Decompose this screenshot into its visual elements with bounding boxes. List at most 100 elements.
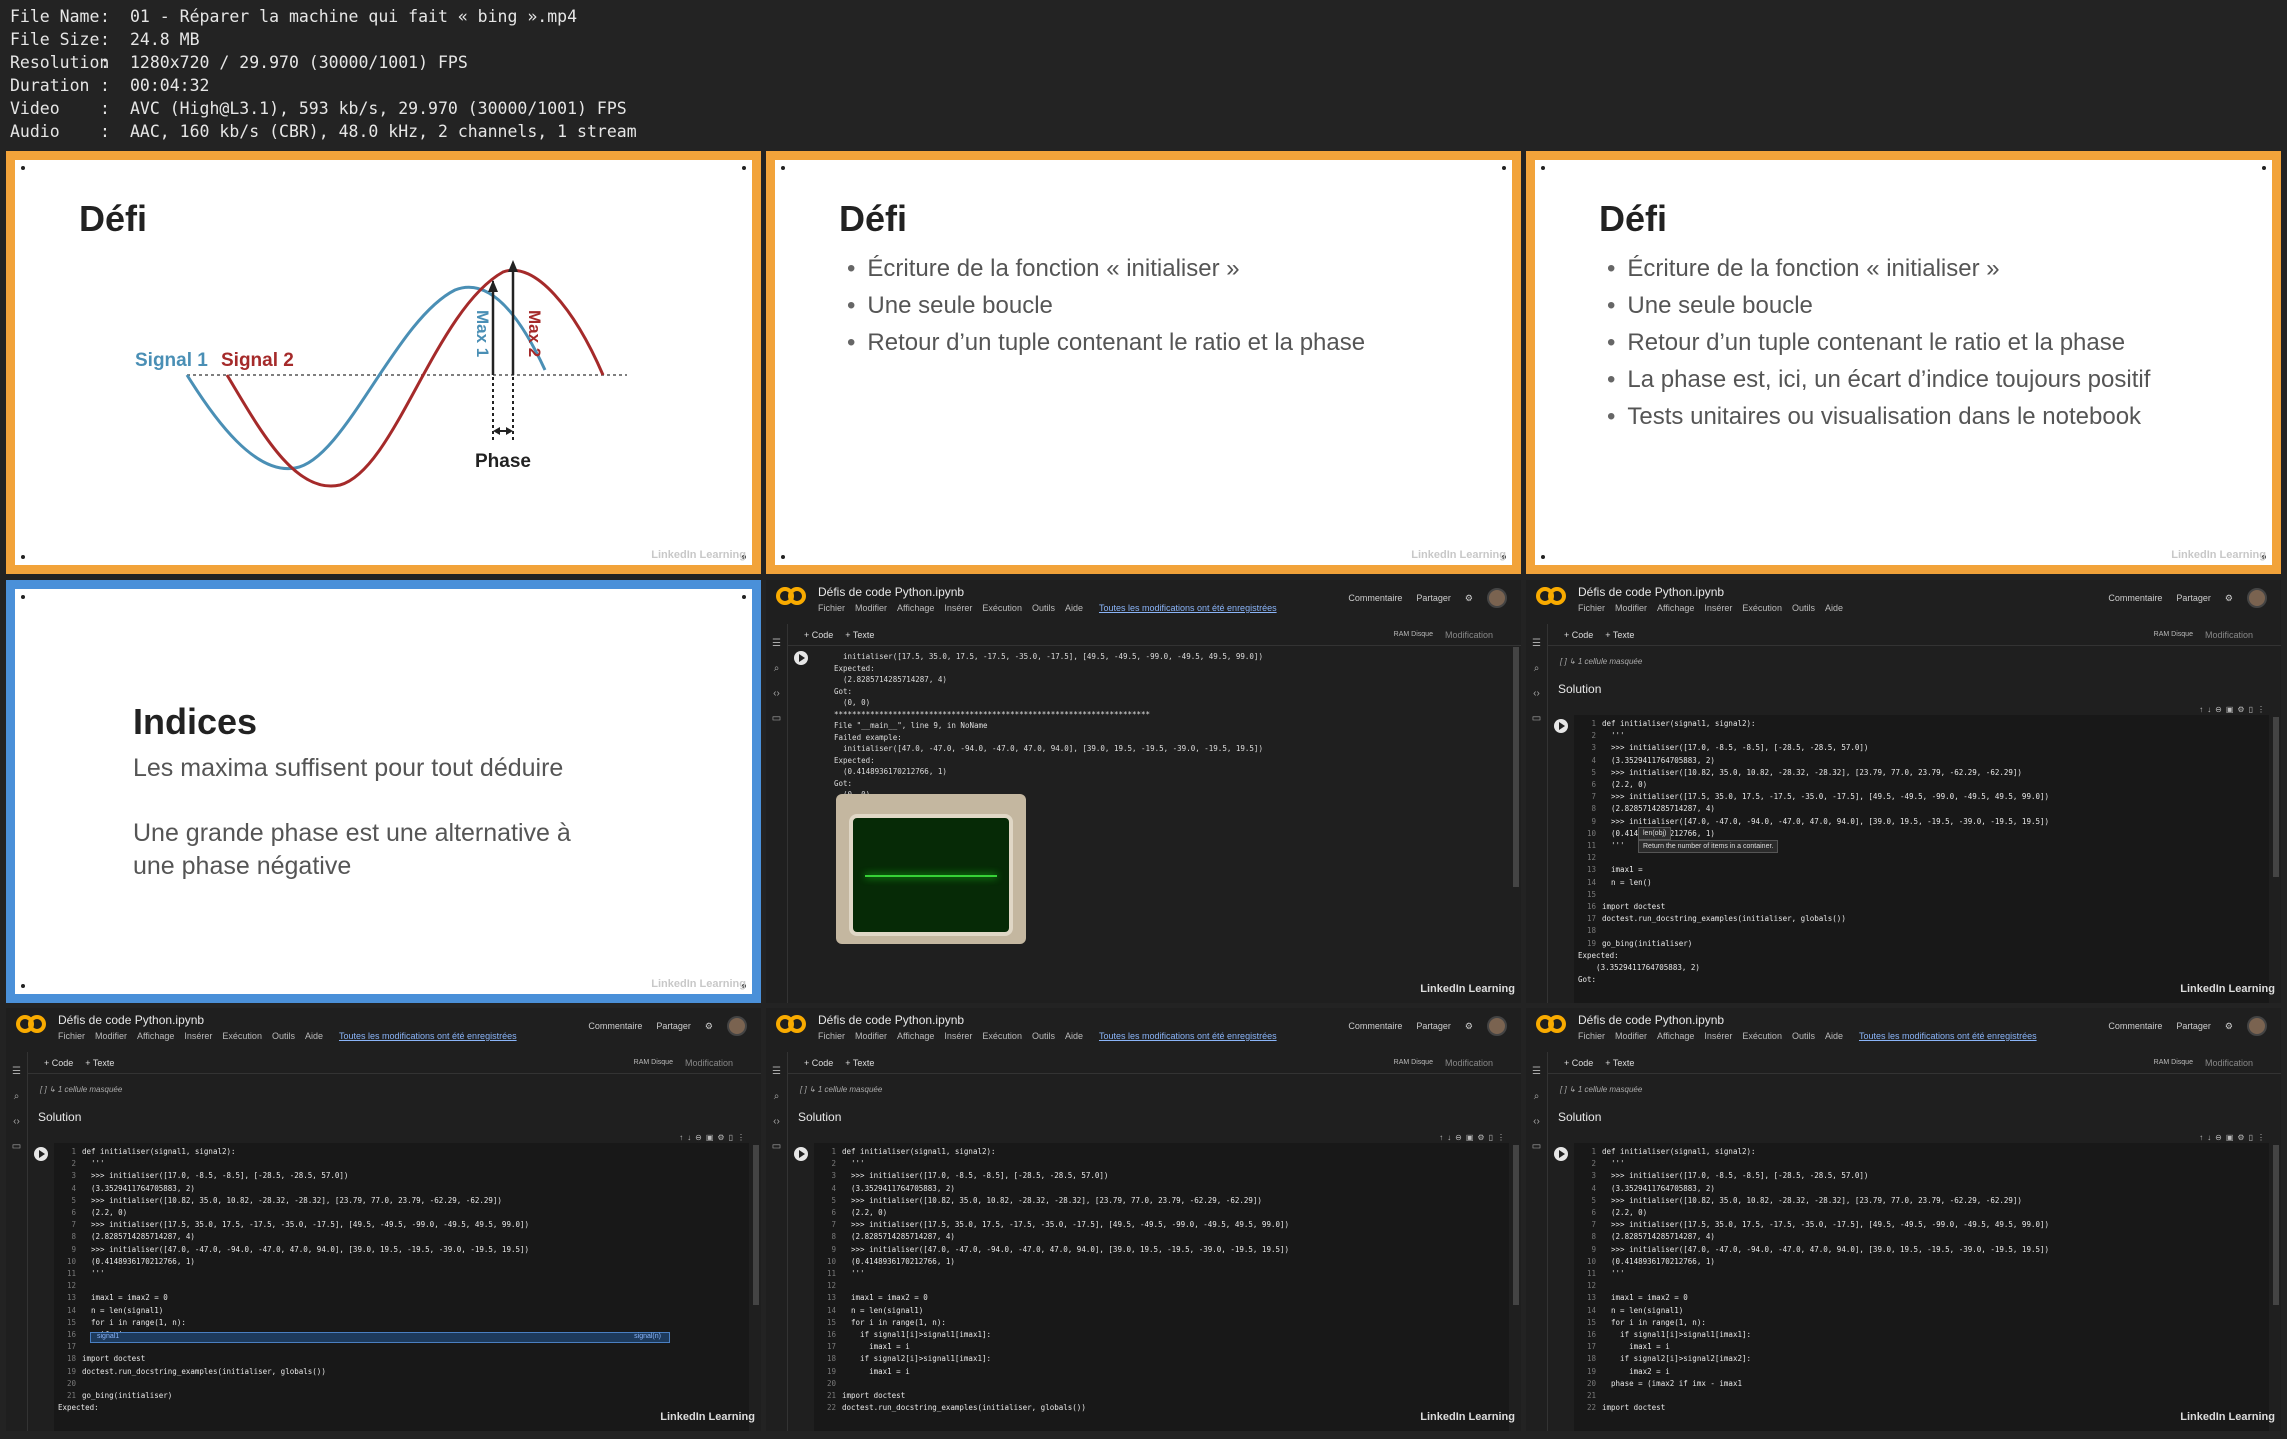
thumbnail-slide-defi-full[interactable]: Défi Écriture de la fonction « initialis… <box>1526 151 2281 574</box>
thumbnail-slide-signals[interactable]: Défi Signal 1 Signal 2 Max 1 Max 2 Phase… <box>6 151 761 574</box>
cell-toolbar[interactable]: ↑↓⊖▣⚙▯⋮ <box>1439 1133 1509 1142</box>
comment-button[interactable]: Commentaire <box>1348 593 1402 603</box>
code-icon[interactable]: ‹› <box>1526 688 1547 699</box>
code-icon[interactable]: ‹› <box>766 1116 787 1127</box>
menu-item[interactable]: Fichier <box>58 1031 85 1041</box>
code-icon[interactable]: ‹› <box>1526 1116 1547 1127</box>
menu-item[interactable]: Aide <box>1825 1031 1843 1041</box>
gear-icon[interactable]: ⚙ <box>705 1021 713 1032</box>
add-code-button[interactable]: + Code <box>44 1058 73 1068</box>
ram-disk-indicator[interactable]: RAM Disque <box>1394 631 1433 638</box>
add-text-button[interactable]: + Texte <box>1605 630 1634 640</box>
menu-item[interactable]: Fichier <box>818 1031 845 1041</box>
menu-item[interactable]: Modifier <box>95 1031 127 1041</box>
menu-item[interactable]: Modifier <box>855 603 887 613</box>
code-icon[interactable]: ‹› <box>766 688 787 699</box>
menu-item[interactable]: Affichage <box>897 603 934 613</box>
saved-status-link[interactable]: Toutes les modifications ont été enregis… <box>339 1031 517 1041</box>
run-cell-button[interactable] <box>1554 719 1568 733</box>
code-cell[interactable]: 1 def initialiser(signal1, signal2): 2 '''… <box>814 1143 1509 1431</box>
section-heading[interactable]: Solution <box>1558 682 1601 696</box>
menu-item[interactable]: Affichage <box>1657 603 1694 613</box>
colab-logo-icon[interactable] <box>16 1015 46 1033</box>
menu-item[interactable]: Insérer <box>184 1031 212 1041</box>
code-cell[interactable]: 1 def initialiser(signal1, signal2): 2 '''… <box>1574 1143 2269 1431</box>
code-cell[interactable]: 1 def initialiser(signal1, signal2): 2 '''… <box>54 1143 749 1431</box>
add-text-button[interactable]: + Texte <box>1605 1058 1634 1068</box>
code-cell[interactable]: 1 def initialiser(signal1, signal2): 2 '''… <box>1574 715 2269 1003</box>
run-cell-button[interactable] <box>34 1147 48 1161</box>
scrollbar[interactable] <box>2273 1145 2279 1305</box>
search-icon[interactable]: ⌕ <box>1526 1091 1547 1102</box>
menu-item[interactable]: Outils <box>272 1031 295 1041</box>
run-cell-button[interactable] <box>794 1147 808 1161</box>
menu-item[interactable]: Outils <box>1032 1031 1055 1041</box>
comment-button[interactable]: Commentaire <box>588 1021 642 1031</box>
avatar[interactable] <box>1487 1016 1507 1036</box>
thumbnail-slide-defi[interactable]: Défi Écriture de la fonction « initialis… <box>766 151 1521 574</box>
menu-item[interactable]: Exécution <box>1742 1031 1782 1041</box>
comment-button[interactable]: Commentaire <box>1348 1021 1402 1031</box>
notebook-title[interactable]: Défis de code Python.ipynb <box>58 1013 204 1027</box>
notebook-title[interactable]: Défis de code Python.ipynb <box>818 1013 964 1027</box>
notebook-title[interactable]: Défis de code Python.ipynb <box>1578 1013 1724 1027</box>
notebook-title[interactable]: Défis de code Python.ipynb <box>1578 585 1724 599</box>
folder-icon[interactable]: ▭ <box>766 1141 787 1152</box>
menu-item[interactable]: Affichage <box>137 1031 174 1041</box>
thumbnail-colab-phase[interactable]: Défis de code Python.ipynb Fichier Modifie… <box>1526 1008 2281 1431</box>
search-icon[interactable]: ⌕ <box>1526 663 1547 674</box>
scrollbar[interactable] <box>1513 647 1519 887</box>
section-heading[interactable]: Solution <box>798 1110 841 1124</box>
hidden-cell-toggle[interactable]: [ ] ↳ 1 cellule masquée <box>800 1085 882 1094</box>
share-button[interactable]: Partager <box>2176 593 2211 603</box>
menu-item[interactable]: Insérer <box>1704 603 1732 613</box>
section-heading[interactable]: Solution <box>1558 1110 1601 1124</box>
menu-item[interactable]: Outils <box>1792 1031 1815 1041</box>
search-icon[interactable]: ⌕ <box>766 1091 787 1102</box>
avatar[interactable] <box>2247 588 2267 608</box>
toc-icon[interactable]: ☰ <box>6 1066 27 1077</box>
share-button[interactable]: Partager <box>2176 1021 2211 1031</box>
add-text-button[interactable]: + Texte <box>845 1058 874 1068</box>
menu-item[interactable]: Aide <box>1065 603 1083 613</box>
comment-button[interactable]: Commentaire <box>2108 593 2162 603</box>
avatar[interactable] <box>727 1016 747 1036</box>
avatar[interactable] <box>1487 588 1507 608</box>
search-icon[interactable]: ⌕ <box>766 663 787 674</box>
toc-icon[interactable]: ☰ <box>766 1066 787 1077</box>
edit-mode-button[interactable]: Modification <box>1445 1058 1493 1068</box>
folder-icon[interactable]: ▭ <box>6 1141 27 1152</box>
cell-toolbar[interactable]: ↑↓⊖▣⚙▯⋮ <box>2199 705 2269 714</box>
toc-icon[interactable]: ☰ <box>766 638 787 649</box>
menu-item[interactable]: Exécution <box>982 1031 1022 1041</box>
menu-item[interactable]: Modifier <box>855 1031 887 1041</box>
run-cell-button[interactable] <box>1554 1147 1568 1161</box>
run-cell-button[interactable] <box>794 651 808 665</box>
scrollbar[interactable] <box>753 1145 759 1305</box>
edit-mode-button[interactable]: Modification <box>685 1058 733 1068</box>
ram-disk-indicator[interactable]: RAM Disque <box>634 1059 673 1066</box>
menu-item[interactable]: Outils <box>1792 603 1815 613</box>
add-code-button[interactable]: + Code <box>1564 1058 1593 1068</box>
menu-item[interactable]: Aide <box>1065 1031 1083 1041</box>
avatar[interactable] <box>2247 1016 2267 1036</box>
toc-icon[interactable]: ☰ <box>1526 1066 1547 1077</box>
menu-item[interactable]: Affichage <box>897 1031 934 1041</box>
menu-item[interactable]: Insérer <box>1704 1031 1732 1041</box>
cell-toolbar[interactable]: ↑↓⊖▣⚙▯⋮ <box>679 1133 749 1142</box>
menu-item[interactable]: Aide <box>1825 603 1843 613</box>
menu-item[interactable]: Exécution <box>222 1031 262 1041</box>
hidden-cell-toggle[interactable]: [ ] ↳ 1 cellule masquée <box>1560 657 1642 666</box>
folder-icon[interactable]: ▭ <box>766 713 787 724</box>
notebook-title[interactable]: Défis de code Python.ipynb <box>818 585 964 599</box>
saved-status-link[interactable]: Toutes les modifications ont été enregis… <box>1099 603 1277 613</box>
gear-icon[interactable]: ⚙ <box>2225 593 2233 604</box>
thumbnail-colab-tooltip[interactable]: Défis de code Python.ipynb Fichier Modifie… <box>1526 580 2281 1003</box>
menu-item[interactable]: Modifier <box>1615 1031 1647 1041</box>
folder-icon[interactable]: ▭ <box>1526 713 1547 724</box>
menu-item[interactable]: Outils <box>1032 603 1055 613</box>
scrollbar[interactable] <box>1513 1145 1519 1305</box>
cell-toolbar[interactable]: ↑↓⊖▣⚙▯⋮ <box>2199 1133 2269 1142</box>
colab-logo-icon[interactable] <box>1536 587 1566 605</box>
menu-item[interactable]: Fichier <box>1578 603 1605 613</box>
